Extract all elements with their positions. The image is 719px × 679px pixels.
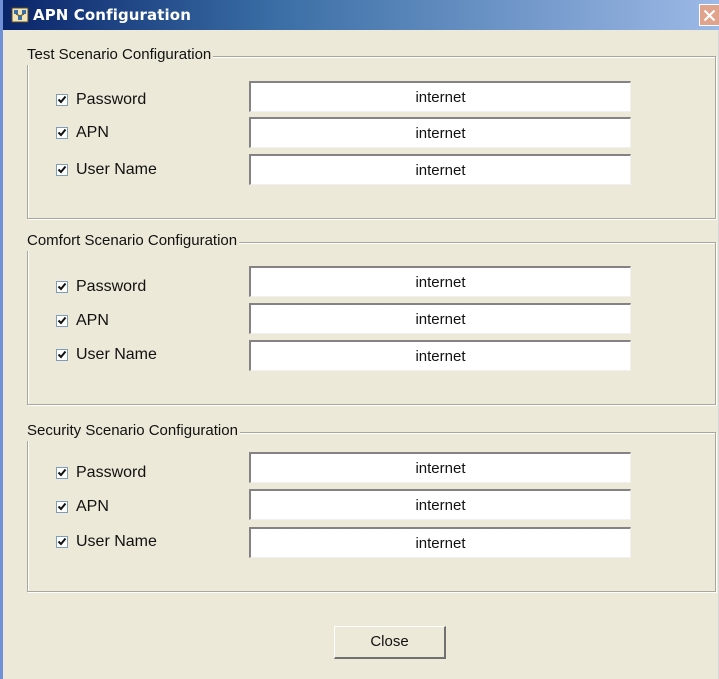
password-checkbox[interactable] (56, 94, 68, 106)
apn-field[interactable] (249, 117, 631, 148)
apn-field[interactable] (249, 303, 631, 334)
checkmark-icon (57, 537, 67, 546)
close-button[interactable]: Close (334, 626, 446, 659)
user-name-field[interactable] (249, 527, 631, 558)
apn-row: APN (28, 489, 715, 523)
user-name-field[interactable] (249, 154, 631, 185)
user-name-row: User Name (28, 527, 715, 561)
window-title: APN Configuration (33, 6, 191, 24)
password-row: Password (28, 452, 715, 486)
user-name-label: User Name (76, 533, 157, 550)
password-checkbox[interactable] (56, 467, 68, 479)
close-icon (703, 9, 716, 22)
password-field[interactable] (249, 266, 631, 297)
user-name-row: User Name (28, 154, 715, 188)
apn-label: APN (76, 124, 109, 141)
password-row: Password (28, 81, 715, 115)
group-legend: Security Scenario Configuration (27, 421, 240, 441)
group-legend: Comfort Scenario Configuration (27, 231, 240, 251)
apn-checkbox[interactable] (56, 127, 68, 139)
checkmark-icon (57, 165, 67, 174)
apn-label: APN (76, 312, 109, 329)
checkmark-icon (57, 350, 67, 359)
user-name-field[interactable] (249, 340, 631, 371)
group-legend: Test Scenario Configuration (27, 45, 214, 65)
apn-row: APN (28, 117, 715, 151)
password-row: Password (28, 266, 715, 300)
security-scenario-group: Security Scenario Configuration Password… (27, 421, 716, 592)
apn-checkbox[interactable] (56, 501, 68, 513)
password-label: Password (76, 278, 147, 295)
title-close-button[interactable] (699, 4, 719, 26)
checkmark-icon (57, 316, 67, 325)
network-icon (11, 7, 29, 23)
password-label: Password (76, 91, 147, 108)
user-name-checkbox[interactable] (56, 536, 68, 548)
comfort-scenario-group: Comfort Scenario Configuration Password … (27, 231, 716, 405)
checkmark-icon (57, 282, 67, 291)
user-name-row: User Name (28, 340, 715, 374)
password-field[interactable] (249, 452, 631, 483)
password-field[interactable] (249, 81, 631, 112)
test-scenario-group: Test Scenario Configuration Password APN… (27, 45, 716, 219)
apn-checkbox[interactable] (56, 315, 68, 327)
password-checkbox[interactable] (56, 281, 68, 293)
user-name-checkbox[interactable] (56, 349, 68, 361)
title-bar[interactable]: APN Configuration (3, 0, 719, 30)
apn-field[interactable] (249, 489, 631, 520)
checkmark-icon (57, 468, 67, 477)
checkmark-icon (57, 502, 67, 511)
apn-configuration-window: APN Configuration Test Scenario Configur… (0, 0, 719, 679)
password-label: Password (76, 464, 147, 481)
user-name-label: User Name (76, 346, 157, 363)
user-name-checkbox[interactable] (56, 164, 68, 176)
apn-row: APN (28, 303, 715, 337)
checkmark-icon (57, 128, 67, 137)
user-name-label: User Name (76, 161, 157, 178)
apn-label: APN (76, 498, 109, 515)
checkmark-icon (57, 95, 67, 104)
